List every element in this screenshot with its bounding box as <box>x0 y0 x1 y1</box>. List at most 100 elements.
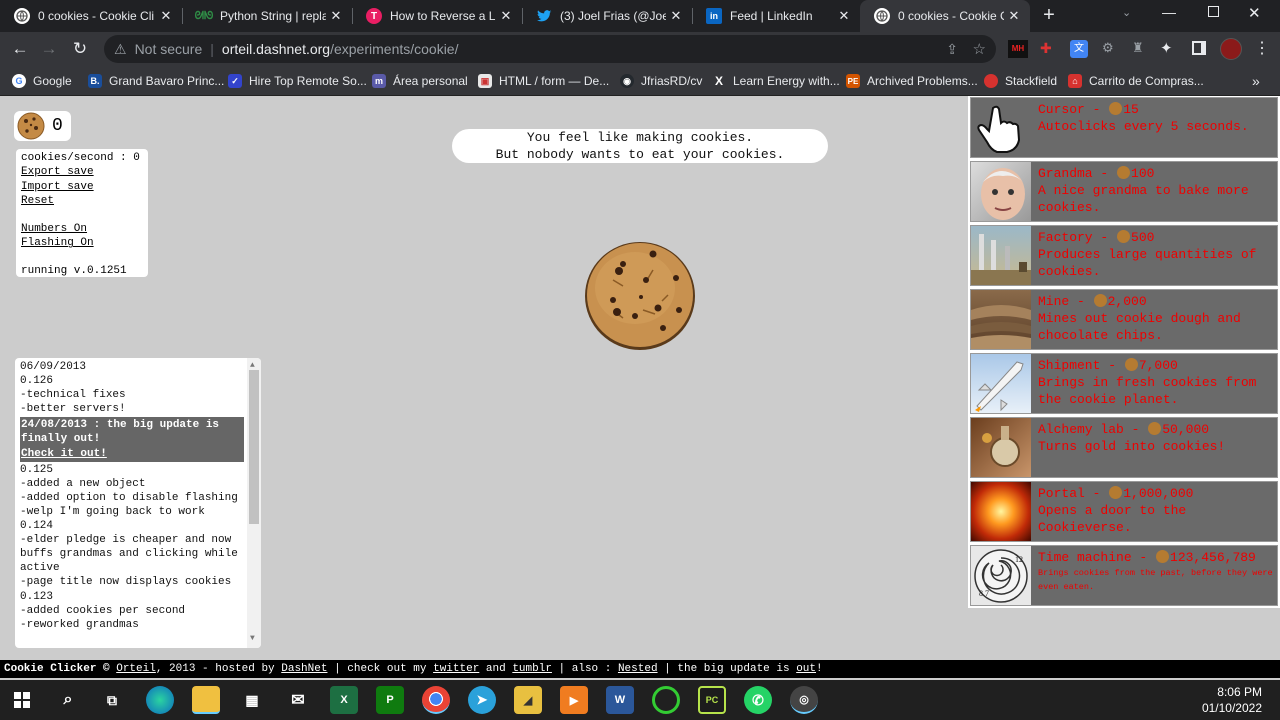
close-tab-icon[interactable]: ✕ <box>1004 8 1024 24</box>
reset-link[interactable]: Reset <box>21 194 143 208</box>
extension-red-icon[interactable]: ✚ <box>1040 40 1056 58</box>
extension-gray-icon[interactable]: ⚙ <box>1102 40 1118 58</box>
bookmark-hire-remote[interactable]: ✓ Hire Top Remote So... <box>228 70 367 92</box>
url-domain: orteil.dashnet.org <box>221 41 331 57</box>
store-item-portal[interactable]: Portal - 1,000,000 Opens a door to the Co… <box>970 481 1278 542</box>
bookmark-html-form[interactable]: ▣ HTML / form — De... <box>478 70 609 92</box>
bookmark-area-personal[interactable]: m Área personal <box>372 70 468 92</box>
tab-cookie-clicker-active[interactable]: 0 cookies - Cookie Cli ✕ <box>860 0 1030 32</box>
windows-start-icon[interactable] <box>8 686 36 714</box>
bookmark-archived-problems[interactable]: PE Archived Problems... <box>846 70 978 92</box>
news-date: 06/09/2013 <box>20 361 87 373</box>
warning-icon: ⚠ <box>114 40 127 57</box>
store-item-shipment[interactable]: Shipment - 7,000 Brings in fresh cookies … <box>970 353 1278 414</box>
back-arrow-icon[interactable]: ← <box>8 37 32 61</box>
maximize-button[interactable] <box>1208 6 1219 17</box>
bookmark-stackfield[interactable]: Stackfield <box>984 70 1057 92</box>
close-tab-icon[interactable]: ✕ <box>156 8 176 24</box>
store-item-time-machine[interactable]: 8 7 12 Time machine - 123,456,789 Brings c… <box>970 545 1278 606</box>
profile-avatar[interactable] <box>1220 38 1242 60</box>
menu-dots-icon[interactable]: ⋮ <box>1254 38 1270 58</box>
store-item-factory[interactable]: Factory - 500 Produces large quantities o… <box>970 225 1278 286</box>
import-save-link[interactable]: Import save <box>21 180 143 194</box>
telegram-icon[interactable]: ➤ <box>468 686 496 714</box>
extension-icon[interactable]: MH <box>1008 40 1028 58</box>
tab-twitter[interactable]: (3) Joel Frias (@JoelJo ✕ <box>522 0 692 32</box>
file-explorer-icon[interactable] <box>192 686 220 714</box>
translate-icon[interactable]: 文 <box>1070 40 1088 58</box>
edge-icon[interactable] <box>146 686 174 714</box>
media-player-icon[interactable]: ▶ <box>560 686 588 714</box>
store-item-grandma[interactable]: Grandma - 100 A nice grandma to bake more… <box>970 161 1278 222</box>
flashing-toggle-link[interactable]: Flashing On <box>21 236 143 250</box>
globe-icon <box>874 8 890 24</box>
dashnet-link[interactable]: DashNet <box>281 663 327 675</box>
orteil-link[interactable]: Orteil <box>116 663 156 675</box>
store-item-cursor[interactable]: Cursor - 15 Autoclicks every 5 seconds. <box>970 97 1278 158</box>
refresh-app-icon[interactable] <box>652 686 680 714</box>
search-icon[interactable]: ⌕ <box>54 686 82 714</box>
forward-arrow-icon[interactable]: → <box>37 37 61 61</box>
linkedin-icon: in <box>706 8 722 24</box>
tab-cookie-clicker-1[interactable]: 0 cookies - Cookie Cli ✕ <box>0 0 182 32</box>
share-icon[interactable]: ⇪ <box>946 41 958 58</box>
close-tab-icon[interactable]: ✕ <box>496 8 516 24</box>
pycharm-icon[interactable]: PC <box>698 686 726 714</box>
bookmarks-bar: G Google B. Grand Bavaro Princ... ✓ Hire To… <box>0 66 1280 96</box>
address-bar[interactable]: ⚠ Not secure | orteil.dashnet.org/experi… <box>104 35 996 63</box>
system-clock[interactable]: 8:06 PM 01/10/2022 <box>1202 684 1262 716</box>
close-tab-icon[interactable]: ✕ <box>326 8 346 24</box>
extensions-puzzle-icon[interactable]: ✦ <box>1160 39 1178 57</box>
close-tab-icon[interactable]: ✕ <box>834 8 854 24</box>
svg-text:12: 12 <box>1015 555 1023 564</box>
word-icon[interactable]: W <box>606 686 634 714</box>
news-scrollbar[interactable]: ▲ ▼ <box>247 358 261 648</box>
windows-taskbar: ⌕ ⧉ ▦ ✉ X P ➤ ◢ ▶ W PC ✆ ◎ 8:06 PM 01/10… <box>0 680 1280 720</box>
bookmark-carrito[interactable]: ⌂ Carrito de Compras... <box>1068 70 1204 92</box>
big-cookie-button[interactable] <box>583 240 697 352</box>
bookmark-google[interactable]: G Google <box>12 70 72 92</box>
whatsapp-icon[interactable]: ✆ <box>744 686 772 714</box>
chrome-icon[interactable] <box>422 686 450 714</box>
store-app-icon[interactable]: ▦ <box>238 686 266 714</box>
excel-icon[interactable]: X <box>330 686 358 714</box>
cursor-icon <box>971 98 1031 157</box>
numbers-toggle-link[interactable]: Numbers On <box>21 222 143 236</box>
nested-link[interactable]: Nested <box>618 663 658 675</box>
bookmark-star-icon[interactable]: ☆ <box>973 40 986 58</box>
tab-linkedin[interactable]: in Feed | LinkedIn ✕ <box>692 0 860 32</box>
news-panel: 06/09/2013 0.126 -technical fixes -bette… <box>15 358 261 648</box>
tumblr-link[interactable]: tumblr <box>512 663 552 675</box>
tab-python-string[interactable]: ᘛᘚ Python String | replac ✕ <box>182 0 352 32</box>
out-link[interactable]: out <box>796 663 816 675</box>
twitter-link[interactable]: twitter <box>433 663 479 675</box>
bookmark-github-cv[interactable]: ◉ JfriasRD/cv <box>620 70 702 92</box>
tab-search-icon[interactable]: ⌄ <box>1122 6 1131 19</box>
close-window-button[interactable]: ✕ <box>1248 4 1261 22</box>
scroll-down-icon[interactable]: ▼ <box>250 632 255 646</box>
project-icon[interactable]: P <box>376 686 404 714</box>
cookie-icon <box>17 112 45 140</box>
factory-icon <box>971 226 1031 285</box>
extension-bottle-icon[interactable]: ♜ <box>1132 40 1148 58</box>
bookmark-learn-energy[interactable]: X Learn Energy with... <box>712 70 840 92</box>
vscode-like-icon[interactable]: ◢ <box>514 686 542 714</box>
side-panel-icon[interactable] <box>1192 41 1206 55</box>
check-it-out-link[interactable]: Check it out! <box>21 447 243 461</box>
obs-icon[interactable]: ◎ <box>790 686 818 714</box>
mail-icon[interactable]: ✉ <box>284 686 312 714</box>
stackfield-icon <box>984 74 998 88</box>
reload-icon[interactable]: ↻ <box>68 37 92 61</box>
store-item-mine[interactable]: Mine - 2,000 Mines out cookie dough and c… <box>970 289 1278 350</box>
version-label: running v.0.1251 <box>21 264 127 277</box>
more-bookmarks-icon[interactable]: » <box>1252 70 1260 92</box>
scrollbar-thumb[interactable] <box>249 370 259 524</box>
tab-reverse-list[interactable]: T How to Reverse a List ✕ <box>352 0 522 32</box>
export-save-link[interactable]: Export save <box>21 165 143 179</box>
close-tab-icon[interactable]: ✕ <box>666 8 686 24</box>
minimize-button[interactable]: — <box>1162 4 1176 20</box>
bookmark-grand-bavaro[interactable]: B. Grand Bavaro Princ... <box>88 70 224 92</box>
store-item-alchemy-lab[interactable]: Alchemy lab - 50,000 Turns gold into cook… <box>970 417 1278 478</box>
task-view-icon[interactable]: ⧉ <box>98 686 126 714</box>
new-tab-button[interactable]: + <box>1038 4 1060 26</box>
